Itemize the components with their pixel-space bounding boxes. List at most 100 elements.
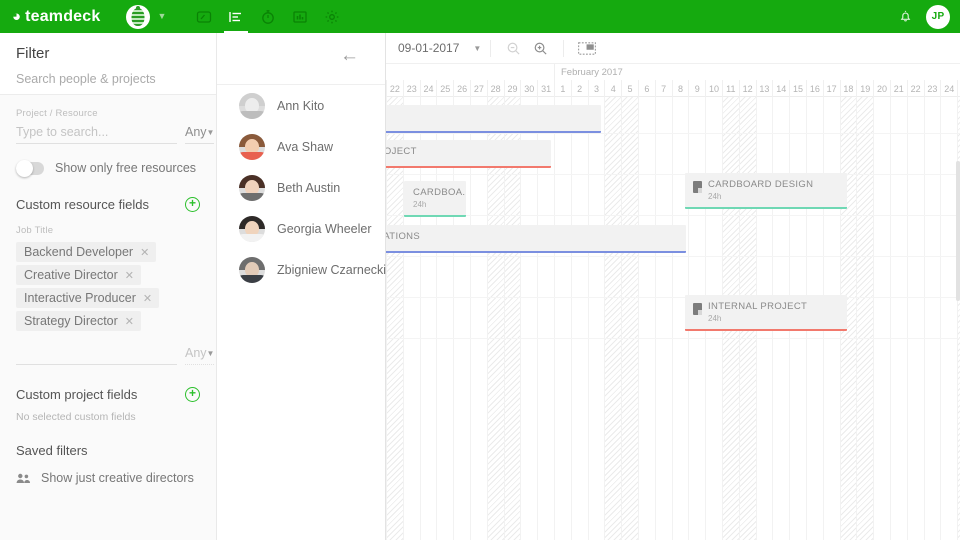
timeline-bar[interactable]: AL PROJECT xyxy=(386,140,551,168)
day-cell[interactable]: 31 xyxy=(537,80,554,97)
day-cell[interactable]: 2 xyxy=(571,80,588,97)
day-cell[interactable]: 11 xyxy=(722,80,739,97)
timeline-bar[interactable] xyxy=(386,105,601,133)
app-root: ◕ teamdeck ▼ xyxy=(0,0,960,540)
project-icon xyxy=(693,181,702,193)
day-cell[interactable]: 29 xyxy=(504,80,521,97)
scheduling-icon[interactable] xyxy=(220,0,252,33)
tag-backend-developer[interactable]: Backend Developer ✕ xyxy=(16,242,156,262)
filter-panel: Filter Search people & projects Project … xyxy=(0,33,217,540)
tag-label: Interactive Producer xyxy=(24,291,136,305)
day-cell[interactable]: 25 xyxy=(436,80,453,97)
timeline-bar[interactable]: CARDBOA... 24h xyxy=(404,181,466,217)
day-cell[interactable]: 23 xyxy=(403,80,420,97)
day-cell[interactable]: 16 xyxy=(806,80,823,97)
day-cell[interactable]: 8 xyxy=(672,80,689,97)
day-cell[interactable]: 23 xyxy=(924,80,941,97)
settings-gear-icon[interactable] xyxy=(316,0,348,33)
timeline-bar[interactable]: OPERATIONS xyxy=(386,225,686,253)
tag-interactive-producer[interactable]: Interactive Producer ✕ xyxy=(16,288,159,308)
day-cell[interactable]: 19 xyxy=(856,80,873,97)
timeline-bar[interactable]: CARDBOARD DESIGN 24h xyxy=(685,173,847,209)
custom-project-fields-section: Custom project fields + xyxy=(16,387,200,402)
day-cell[interactable]: 12 xyxy=(739,80,756,97)
day-cell[interactable]: 24 xyxy=(420,80,437,97)
project-resource-any-select[interactable]: Any ▼ xyxy=(185,123,214,144)
day-cell[interactable]: 1 xyxy=(554,80,571,97)
list-item[interactable]: Ava Shaw xyxy=(217,126,385,167)
day-cell[interactable]: 18 xyxy=(840,80,857,97)
day-column xyxy=(554,97,571,540)
bar-title: CARDBOA... xyxy=(413,187,466,198)
list-item[interactable]: Beth Austin xyxy=(217,167,385,208)
free-resources-toggle[interactable] xyxy=(16,162,44,175)
list-item[interactable]: Ann Kito xyxy=(217,85,385,126)
day-cell[interactable]: 13 xyxy=(756,80,773,97)
project-icon xyxy=(693,303,702,315)
weekend-column xyxy=(856,97,873,540)
vertical-scrollbar[interactable] xyxy=(956,161,960,301)
day-cell[interactable]: 22 xyxy=(386,80,403,97)
secondary-any-select[interactable]: Any ▼ xyxy=(185,344,214,365)
tag-strategy-director[interactable]: Strategy Director ✕ xyxy=(16,311,141,331)
bar-hours: 24h xyxy=(413,200,466,209)
job-title-label: Job Title xyxy=(16,212,200,236)
close-x-icon[interactable]: ✕ xyxy=(143,292,152,305)
timer-icon[interactable] xyxy=(252,0,284,33)
zoom-out-icon[interactable] xyxy=(500,35,527,62)
date-picker[interactable]: 09-01-2017 ▼ xyxy=(398,41,481,55)
day-column xyxy=(655,97,672,540)
project-resource-search-input[interactable] xyxy=(16,123,177,144)
bar-title: INTERNAL PROJECT xyxy=(708,301,847,312)
day-cell[interactable]: 6 xyxy=(638,80,655,97)
day-cell[interactable]: 5 xyxy=(621,80,638,97)
zoom-in-icon[interactable] xyxy=(527,35,554,62)
list-item[interactable]: Zbigniew Czarnecki xyxy=(217,249,385,290)
select-area-icon[interactable] xyxy=(573,35,600,62)
day-cell[interactable]: 28 xyxy=(487,80,504,97)
day-cell[interactable]: 14 xyxy=(772,80,789,97)
day-cell[interactable]: 26 xyxy=(453,80,470,97)
day-cell[interactable]: 17 xyxy=(823,80,840,97)
secondary-filter-input[interactable] xyxy=(16,344,177,365)
plus-circle-icon[interactable]: + xyxy=(185,387,200,402)
day-cell[interactable]: 4 xyxy=(604,80,621,97)
person-name: Ava Shaw xyxy=(277,140,333,154)
day-cell[interactable]: 3 xyxy=(588,80,605,97)
custom-resource-fields-section: Custom resource fields + xyxy=(16,197,200,212)
tag-creative-director[interactable]: Creative Director ✕ xyxy=(16,265,141,285)
reports-icon[interactable] xyxy=(284,0,316,33)
timeline-bar[interactable]: INTERNAL PROJECT 24h xyxy=(685,295,847,331)
day-cell[interactable]: 7 xyxy=(655,80,672,97)
person-name: Georgia Wheeler xyxy=(277,222,372,236)
close-x-icon[interactable]: ✕ xyxy=(125,315,134,328)
user-avatar[interactable]: JP xyxy=(926,5,950,29)
day-cell[interactable]: 20 xyxy=(873,80,890,97)
timeline-grid[interactable]: AL PROJECT CARDBOA... 24h OPERATIONS CAR… xyxy=(386,97,960,540)
day-cell[interactable]: 15 xyxy=(789,80,806,97)
weekend-column xyxy=(621,97,638,540)
close-x-icon[interactable]: ✕ xyxy=(140,246,149,259)
any-select-value: Any xyxy=(185,346,207,360)
timeline-panel: 09-01-2017 ▼ F xyxy=(386,33,960,540)
back-arrow-icon[interactable]: ← xyxy=(340,46,359,65)
dashboard-icon[interactable] xyxy=(188,0,220,33)
day-cell[interactable]: 9 xyxy=(688,80,705,97)
day-cell[interactable]: 10 xyxy=(705,80,722,97)
free-resources-toggle-row[interactable]: Show only free resources xyxy=(16,161,200,175)
day-cell[interactable]: 22 xyxy=(907,80,924,97)
free-resources-label: Show only free resources xyxy=(55,161,196,175)
day-cell[interactable]: 21 xyxy=(890,80,907,97)
day-cell[interactable]: 27 xyxy=(470,80,487,97)
day-cell[interactable]: 30 xyxy=(520,80,537,97)
plus-circle-icon[interactable]: + xyxy=(185,197,200,212)
saved-filter-item[interactable]: Show just creative directors xyxy=(16,471,200,485)
account-switcher[interactable]: ▼ xyxy=(126,5,166,29)
list-item[interactable]: Georgia Wheeler xyxy=(217,208,385,249)
notifications-bell-icon[interactable] xyxy=(890,0,920,33)
month-label: February 2017 xyxy=(554,64,960,80)
brand-logo[interactable]: ◕ teamdeck xyxy=(12,8,100,26)
close-x-icon[interactable]: ✕ xyxy=(125,269,134,282)
timeline-date-header: February 2017 22232425262728293031123456… xyxy=(386,64,960,97)
day-cell[interactable]: 24 xyxy=(940,80,957,97)
